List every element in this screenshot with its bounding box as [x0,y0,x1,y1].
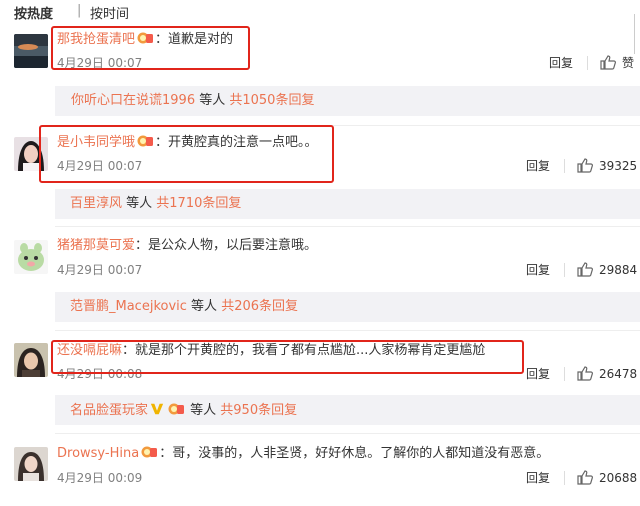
comment-date: 4月29日 00:09 [57,471,143,485]
avatar[interactable] [14,343,48,377]
thumbs-up-icon [577,158,593,173]
sort-bar: 按热度 | 按时间 [0,0,640,26]
like-count: 20688 [599,471,638,485]
like-button[interactable]: 29884 [577,262,637,278]
subreply-user[interactable]: 你听心口在说谎1996 [71,93,195,108]
vip-badge-icon [141,446,158,458]
thumbs-up-icon [577,366,593,381]
sort-by-hot[interactable]: 按热度 [14,3,53,22]
thumbs-up-icon [577,470,593,485]
vip-badge-icon [168,403,185,415]
subreply-count[interactable]: 共1710条回复 [156,196,241,211]
highlight-box [39,125,334,183]
avatar[interactable] [14,240,48,274]
subreply-count[interactable]: 共950条回复 [220,403,297,418]
like-button[interactable]: 20688 [577,470,637,486]
like-button[interactable]: 26478 [577,366,637,382]
scrollbar-edge[interactable] [634,14,640,54]
username[interactable]: Drowsy-Hina [57,446,139,461]
divider [564,263,565,277]
thumbs-up-icon [577,262,593,277]
divider [564,159,565,173]
separator [55,226,640,227]
gold-v-icon [150,403,164,415]
separator [55,330,640,331]
like-button[interactable]: 39325 [577,158,637,174]
comment-line: Drowsy-Hina ：哥，没事的，人非圣贤，好好休息。了解你的人都知道没有恶意… [57,446,550,461]
avatar[interactable] [14,447,48,481]
subreply-user[interactable]: 百里淳风 [70,196,122,211]
subreply-summary[interactable]: 你听心口在说谎1996 等人 共1050条回复 [55,86,640,116]
subreply-count[interactable]: 共1050条回复 [229,93,314,108]
like-count: 赞 [622,56,635,70]
like-count: 39325 [599,159,638,173]
subreply-summary[interactable]: 范晋鹏_Macejkovic 等人 共206条回复 [55,292,640,322]
reply-button[interactable]: 回复 [526,262,550,278]
separator [55,433,640,434]
highlight-box [51,26,250,70]
subreply-summary[interactable]: 百里淳风 等人 共1710条回复 [55,189,640,219]
subreply-count[interactable]: 共206条回复 [221,299,298,314]
comment-line: 猪猪那莫可爱：是公众人物，以后要注意哦。 [57,238,318,253]
highlight-box [51,340,524,374]
subreply-user[interactable]: 名品脸蛋玩家 [70,403,148,418]
reply-button[interactable]: 回复 [526,158,550,174]
sort-separator: | [77,3,82,18]
comment-date: 4月29日 00:07 [57,263,143,277]
divider [564,367,565,381]
comment-text: 是公众人物，以后要注意哦。 [148,238,318,253]
subreply-summary[interactable]: 名品脸蛋玩家 等人 共950条回复 [55,395,640,425]
sort-by-time[interactable]: 按时间 [90,3,129,22]
like-button[interactable]: 赞 [600,55,634,71]
like-count: 29884 [599,263,638,277]
username[interactable]: 猪猪那莫可爱 [57,238,135,253]
thumbs-up-icon [600,55,616,70]
like-count: 26478 [599,367,638,381]
avatar[interactable] [14,34,48,68]
reply-button[interactable]: 回复 [526,470,550,486]
divider [587,56,588,70]
reply-button[interactable]: 回复 [549,55,573,71]
subreply-user[interactable]: 范晋鹏_Macejkovic [70,299,187,314]
reply-button[interactable]: 回复 [526,366,550,382]
divider [564,471,565,485]
comment-text: 哥，没事的，人非圣贤，好好休息。了解你的人都知道没有恶意。 [172,446,550,461]
